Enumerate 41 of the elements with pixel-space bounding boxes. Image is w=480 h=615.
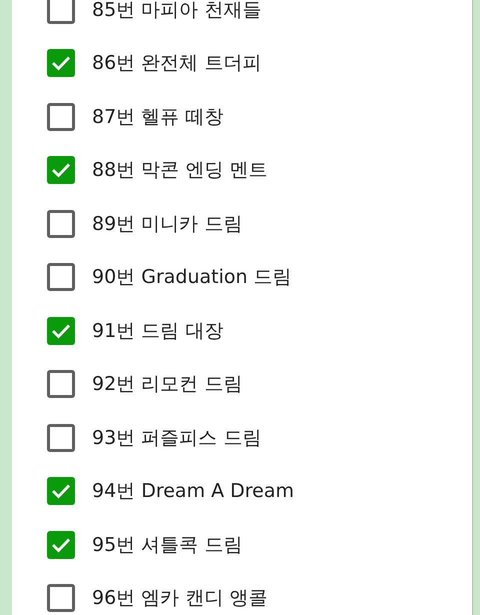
item-label: 93번 퍼즐피스 드림 [92, 426, 262, 450]
checkbox[interactable] [47, 210, 75, 238]
checkbox[interactable] [47, 316, 75, 345]
checklist-item[interactable]: 96번 엠카 캔디 앵콜 [12, 572, 472, 615]
checkbox[interactable] [47, 49, 75, 78]
checkmark-icon [51, 55, 71, 72]
item-label: 94번 Dream A Dream [92, 479, 294, 504]
checkbox[interactable] [47, 424, 75, 452]
checklist-item[interactable]: 91번 드림 대장 [12, 304, 472, 358]
checkmark-icon [51, 162, 71, 178]
checkbox[interactable] [47, 477, 75, 506]
checkbox[interactable] [47, 263, 75, 292]
item-label: 91번 드림 대장 [92, 318, 224, 344]
checkmark-icon [51, 536, 71, 553]
checkmark-icon [51, 483, 71, 500]
checklist-item[interactable]: 86번 완전체 트더피 [12, 36, 472, 90]
item-label: 89번 미니카 드림 [92, 212, 242, 236]
checklist-item[interactable]: 95번 셔틀콕 드림 [12, 518, 472, 572]
checklist-item[interactable]: 94번 Dream A Dream [12, 464, 472, 518]
item-label: 90번 Graduation 드림 [92, 265, 292, 290]
checkbox[interactable] [47, 584, 75, 612]
checklist-item[interactable]: 92번 리모컨 드림 [12, 358, 472, 411]
checkmark-icon [51, 322, 71, 339]
item-label: 88번 막콘 엔딩 멘트 [92, 158, 268, 183]
checkbox[interactable] [47, 370, 75, 398]
checklist-item[interactable]: 89번 미니카 드림 [12, 197, 472, 250]
item-label: 95번 셔틀콕 드림 [92, 532, 242, 558]
checklist-item[interactable]: 88번 막콘 엔딩 멘트 [12, 144, 472, 197]
checkbox[interactable] [47, 102, 75, 131]
item-label: 96번 엠카 캔디 앵콜 [92, 586, 268, 611]
item-label: 87번 헬퓨 떼창 [92, 104, 224, 130]
checklist-item[interactable]: 90번 Graduation 드림 [12, 250, 472, 304]
checkbox[interactable] [47, 0, 75, 24]
item-label: 85번 마피아 천재들 [92, 0, 262, 22]
item-label: 92번 리모컨 드림 [92, 372, 242, 397]
checklist-item[interactable]: 87번 헬퓨 떼창 [12, 90, 472, 144]
checkbox[interactable] [47, 530, 75, 559]
checklist-item[interactable]: 85번 마피아 천재들 [12, 0, 472, 36]
item-label: 86번 완전체 트더피 [92, 51, 262, 76]
checklist-item[interactable]: 93번 퍼즐피스 드림 [12, 411, 472, 464]
checkbox[interactable] [47, 156, 75, 184]
